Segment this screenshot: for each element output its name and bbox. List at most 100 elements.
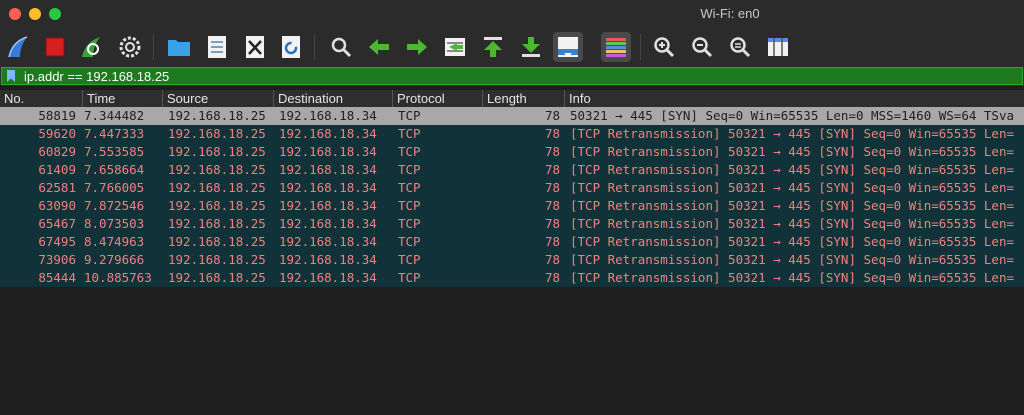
open-file-button[interactable] bbox=[164, 32, 194, 62]
column-header-info[interactable]: Info bbox=[564, 90, 1024, 107]
packet-destination: 192.168.18.34 bbox=[279, 198, 377, 213]
reload-file-icon bbox=[282, 36, 300, 58]
packet-info: [TCP Retransmission] 50321 → 445 [SYN] S… bbox=[570, 252, 1015, 267]
packet-time: 7.872546 bbox=[84, 198, 145, 213]
packet-time: 7.447333 bbox=[84, 126, 145, 141]
column-header-protocol[interactable]: Protocol bbox=[392, 90, 482, 107]
zoom-out-button[interactable] bbox=[687, 32, 717, 62]
packet-info: [TCP Retransmission] 50321 → 445 [SYN] S… bbox=[570, 198, 1015, 213]
packet-number: 63090 bbox=[38, 198, 76, 213]
go-last-packet-icon bbox=[522, 37, 540, 57]
packet-info: 50321 → 445 [SYN] Seq=0 Win=65535 Len=0 … bbox=[570, 108, 1015, 123]
packet-length: 78 bbox=[544, 198, 560, 213]
go-forward-button[interactable] bbox=[402, 32, 432, 62]
packet-row[interactable]: 63090 7.872546 192.168.18.25 192.168.18.… bbox=[0, 197, 1024, 215]
zoom-normal-button[interactable] bbox=[725, 32, 755, 62]
autoscroll-icon bbox=[558, 37, 578, 57]
packet-row[interactable]: 59620 7.447333 192.168.18.25 192.168.18.… bbox=[0, 125, 1024, 143]
packet-destination: 192.168.18.34 bbox=[279, 180, 377, 195]
resize-columns-button[interactable] bbox=[763, 32, 793, 62]
capture-options-icon bbox=[119, 36, 141, 58]
close-file-button[interactable] bbox=[240, 32, 270, 62]
packet-list-empty-area[interactable] bbox=[0, 287, 1024, 415]
packet-length: 78 bbox=[544, 216, 560, 231]
bookmark-icon[interactable] bbox=[7, 70, 15, 82]
packet-destination: 192.168.18.34 bbox=[279, 270, 377, 285]
column-header-length[interactable]: Length bbox=[482, 90, 564, 107]
packet-time: 7.658664 bbox=[84, 162, 145, 177]
packet-number: 58819 bbox=[38, 108, 76, 123]
minimize-window-button[interactable] bbox=[29, 8, 41, 20]
zoom-normal-icon bbox=[730, 37, 751, 58]
column-header-source[interactable]: Source bbox=[162, 90, 273, 107]
packet-source: 192.168.18.25 bbox=[168, 162, 266, 177]
capture-options-button[interactable] bbox=[115, 32, 145, 62]
column-header-destination[interactable]: Destination bbox=[273, 90, 392, 107]
packet-source: 192.168.18.25 bbox=[168, 108, 266, 123]
packet-time: 7.344482 bbox=[84, 108, 145, 123]
packet-time: 7.553585 bbox=[84, 144, 145, 159]
packet-info: [TCP Retransmission] 50321 → 445 [SYN] S… bbox=[570, 126, 1015, 141]
colorize-icon bbox=[606, 38, 626, 57]
packet-row[interactable]: 85444 10.885763 192.168.18.25 192.168.18… bbox=[0, 269, 1024, 287]
find-packet-icon bbox=[331, 37, 352, 58]
packet-number: 61409 bbox=[38, 162, 76, 177]
packet-source: 192.168.18.25 bbox=[168, 216, 266, 231]
find-packet-button[interactable] bbox=[326, 32, 356, 62]
packet-row[interactable]: 60829 7.553585 192.168.18.25 192.168.18.… bbox=[0, 143, 1024, 161]
title-bar: Wi-Fi: en0 bbox=[0, 0, 1024, 28]
packet-row[interactable]: 62581 7.766005 192.168.18.25 192.168.18.… bbox=[0, 179, 1024, 197]
packet-number: 85444 bbox=[38, 270, 76, 285]
packet-row[interactable]: 67495 8.474963 192.168.18.25 192.168.18.… bbox=[0, 233, 1024, 251]
toolbar-separator bbox=[153, 34, 154, 60]
packet-length: 78 bbox=[544, 252, 560, 267]
go-first-packet-button[interactable] bbox=[478, 32, 508, 62]
packet-protocol: TCP bbox=[398, 108, 421, 123]
start-capture-button[interactable] bbox=[4, 32, 34, 62]
display-filter-input[interactable] bbox=[24, 68, 1014, 84]
packet-row[interactable]: 65467 8.073503 192.168.18.25 192.168.18.… bbox=[0, 215, 1024, 233]
go-last-packet-button[interactable] bbox=[516, 32, 546, 62]
packet-row[interactable]: 58819 7.344482 192.168.18.25 192.168.18.… bbox=[0, 107, 1024, 125]
stop-capture-button[interactable] bbox=[40, 32, 70, 62]
packet-number: 60829 bbox=[38, 144, 76, 159]
toolbar-separator bbox=[314, 34, 315, 60]
packet-length: 78 bbox=[544, 144, 560, 159]
colorize-button[interactable] bbox=[601, 32, 631, 62]
reload-file-button[interactable] bbox=[276, 32, 306, 62]
packet-protocol: TCP bbox=[398, 144, 421, 159]
packet-row[interactable]: 61409 7.658664 192.168.18.25 192.168.18.… bbox=[0, 161, 1024, 179]
packet-info: [TCP Retransmission] 50321 → 445 [SYN] S… bbox=[570, 270, 1015, 285]
packet-length: 78 bbox=[544, 180, 560, 195]
stop-capture-icon bbox=[45, 37, 65, 57]
packet-protocol: TCP bbox=[398, 270, 421, 285]
packet-source: 192.168.18.25 bbox=[168, 270, 266, 285]
go-to-packet-button[interactable] bbox=[440, 32, 470, 62]
display-filter-bar bbox=[0, 66, 1024, 86]
zoom-in-icon bbox=[654, 37, 675, 58]
packet-info: [TCP Retransmission] 50321 → 445 [SYN] S… bbox=[570, 216, 1015, 231]
packet-time: 9.279666 bbox=[84, 252, 145, 267]
packet-destination: 192.168.18.34 bbox=[279, 144, 377, 159]
autoscroll-button[interactable] bbox=[553, 32, 583, 62]
go-back-button[interactable] bbox=[364, 32, 394, 62]
packet-length: 78 bbox=[544, 270, 560, 285]
zoom-in-button[interactable] bbox=[649, 32, 679, 62]
column-header-time[interactable]: Time bbox=[82, 90, 162, 107]
packet-time: 8.073503 bbox=[84, 216, 145, 231]
packet-number: 65467 bbox=[38, 216, 76, 231]
save-file-button[interactable] bbox=[202, 32, 232, 62]
zoom-out-icon bbox=[692, 37, 713, 58]
resize-columns-icon bbox=[768, 38, 788, 56]
window-title: Wi-Fi: en0 bbox=[700, 6, 760, 21]
packet-length: 78 bbox=[544, 108, 560, 123]
packet-list: 58819 7.344482 192.168.18.25 192.168.18.… bbox=[0, 107, 1024, 287]
restart-capture-button[interactable] bbox=[77, 32, 107, 62]
start-capture-icon bbox=[8, 36, 28, 58]
column-header-no[interactable]: No. bbox=[0, 90, 82, 107]
packet-list-header: No. Time Source Destination Protocol Len… bbox=[0, 90, 1024, 108]
packet-destination: 192.168.18.34 bbox=[279, 162, 377, 177]
close-window-button[interactable] bbox=[9, 8, 21, 20]
zoom-window-button[interactable] bbox=[49, 8, 61, 20]
packet-row[interactable]: 73906 9.279666 192.168.18.25 192.168.18.… bbox=[0, 251, 1024, 269]
